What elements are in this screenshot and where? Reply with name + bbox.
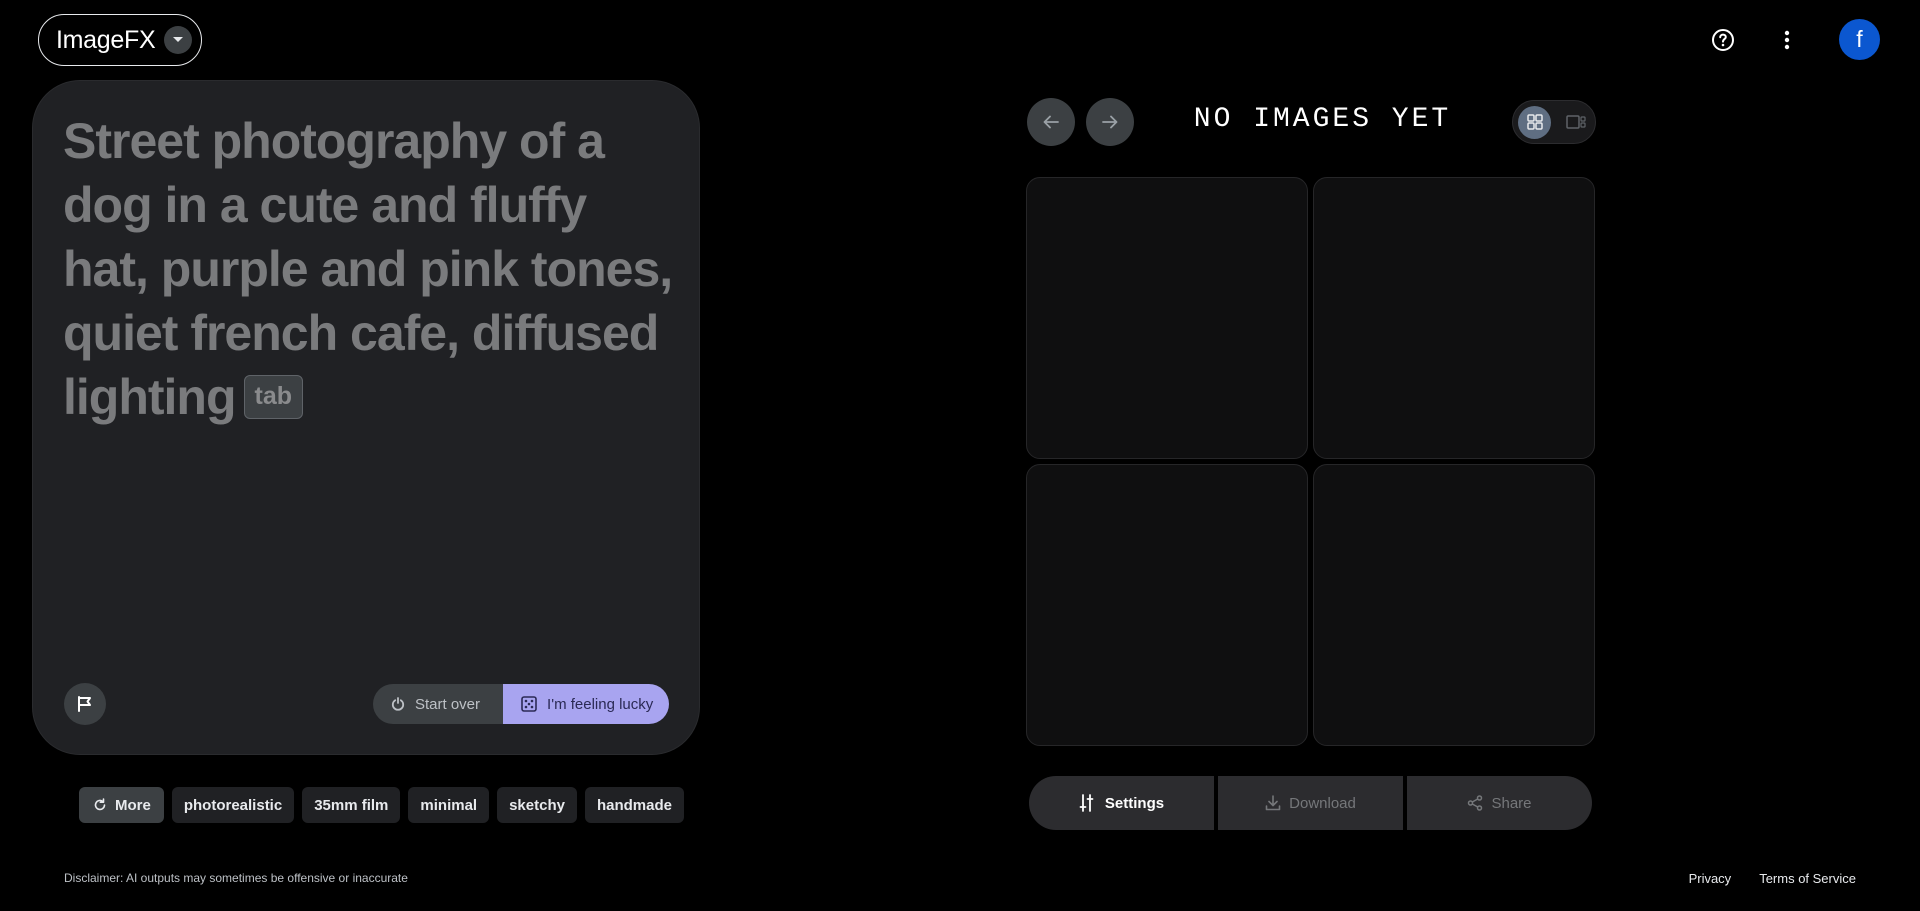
image-slot [1026, 464, 1308, 746]
share-icon [1468, 795, 1483, 811]
chip-photorealistic[interactable]: photorealistic [171, 787, 295, 823]
image-slot [1313, 464, 1595, 746]
download-button[interactable]: Download [1218, 776, 1403, 830]
start-over-label: Start over [415, 695, 481, 713]
chip-35mm-film[interactable]: 35mm film [302, 787, 401, 823]
settings-label: Settings [1104, 794, 1165, 812]
arrow-left-icon [1043, 115, 1059, 129]
gallery-status: NO IMAGES YET [1193, 104, 1452, 135]
app-switcher[interactable]: ImageFX [38, 14, 202, 66]
previous-button[interactable] [1027, 98, 1075, 146]
grid-view-icon[interactable] [1518, 105, 1551, 139]
image-slot [1313, 177, 1595, 459]
single-view-icon[interactable] [1559, 106, 1592, 139]
help-icon[interactable] [1703, 20, 1743, 60]
terms-link[interactable]: Terms of Service [1759, 871, 1856, 886]
share-button[interactable]: Share [1407, 776, 1592, 830]
chip-minimal[interactable]: minimal [408, 787, 490, 823]
view-toggle [1512, 100, 1596, 144]
chip-handmade[interactable]: handmade [584, 787, 684, 823]
more-label: More [115, 796, 151, 814]
tab-hint: tab [243, 374, 303, 419]
header-actions: f [1703, 19, 1880, 60]
start-over-button[interactable]: Start over [373, 684, 504, 724]
chip-sketchy[interactable]: sketchy [497, 787, 577, 823]
download-icon [1265, 795, 1281, 811]
settings-button[interactable]: Settings [1029, 776, 1214, 830]
dice-icon [521, 696, 537, 712]
footer-links: Privacy Terms of Service [1689, 871, 1856, 886]
power-icon [391, 697, 405, 711]
refresh-icon [94, 798, 106, 811]
flag-icon[interactable] [64, 683, 106, 725]
prompt-placeholder[interactable]: Street photography of a dog in a cute an… [63, 109, 673, 429]
feeling-lucky-button[interactable]: I'm feeling lucky [503, 684, 670, 724]
more-chips-button[interactable]: More [79, 787, 164, 823]
prompt-actions: Start over I'm feeling lucky [373, 684, 670, 724]
more-vert-icon[interactable] [1767, 20, 1807, 60]
privacy-link[interactable]: Privacy [1689, 871, 1732, 886]
arrow-right-icon [1102, 115, 1118, 129]
image-slot [1026, 177, 1308, 459]
app-root: ImageFX f Street photography of a dog in… [0, 0, 1920, 911]
next-button[interactable] [1086, 98, 1134, 146]
avatar[interactable]: f [1839, 19, 1880, 60]
feeling-lucky-label: I'm feeling lucky [547, 695, 654, 713]
gallery-actions: Settings Download Share [1029, 776, 1592, 830]
prompt-card: Street photography of a dog in a cute an… [32, 80, 700, 755]
download-label: Download [1289, 794, 1356, 812]
app-name: ImageFX [56, 25, 156, 54]
chevron-down-icon[interactable] [164, 26, 193, 54]
tune-icon [1079, 794, 1094, 812]
prompt-text: Street photography of a dog in a cute an… [63, 113, 673, 425]
disclaimer: Disclaimer: AI outputs may sometimes be … [64, 871, 408, 885]
share-label: Share [1491, 794, 1532, 812]
style-chips: More photorealistic 35mm film minimal sk… [79, 787, 684, 823]
